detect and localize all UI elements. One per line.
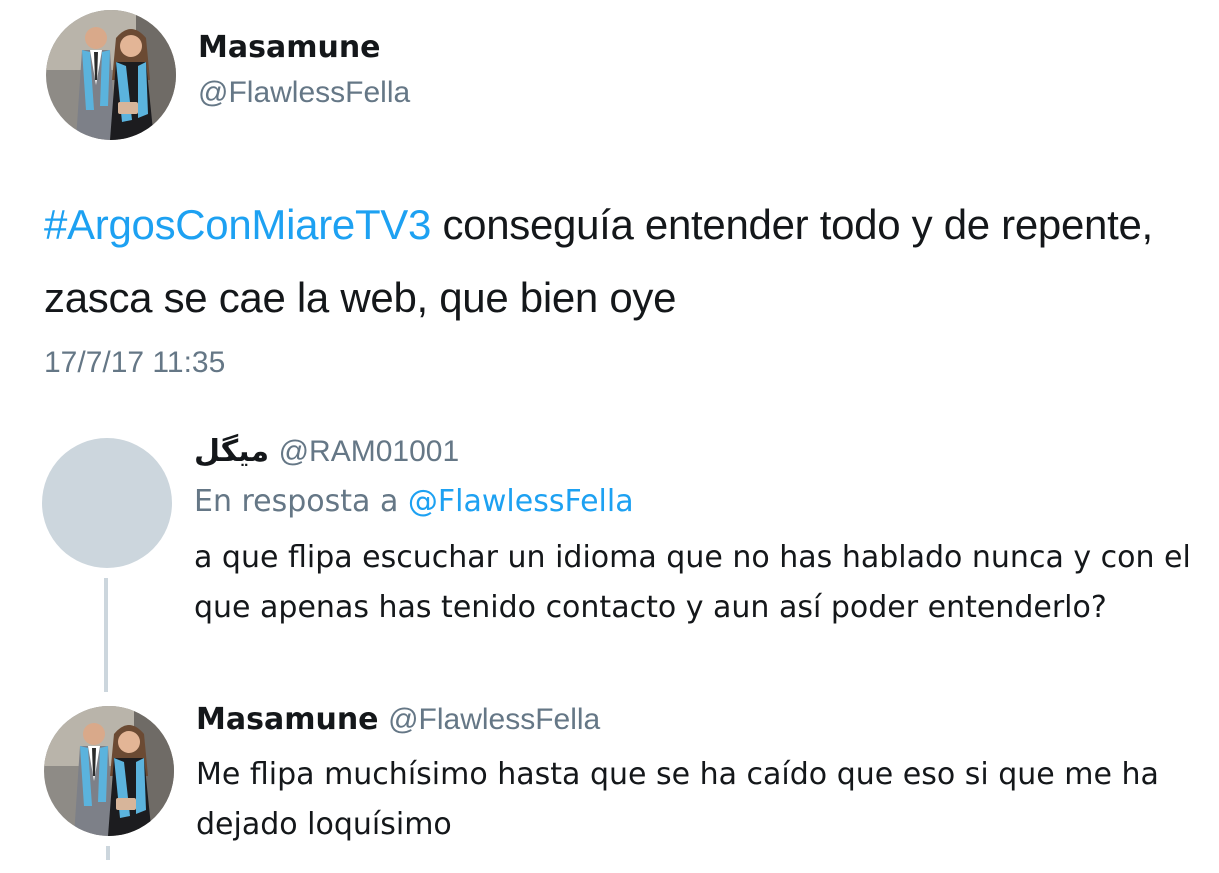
in-reply-to-handle-link[interactable]: @FlawlessFella (408, 484, 634, 519)
hashtag-link[interactable]: #ArgosConMiareTV3 (44, 201, 431, 248)
author-avatar[interactable] (46, 10, 176, 140)
thread-connector-line (104, 578, 108, 692)
reply-author-avatar[interactable] (44, 706, 174, 836)
avatar-photo (44, 706, 174, 836)
reply-author-display-name[interactable]: Masamune (196, 702, 379, 737)
reply-text: a que flipa escuchar un idioma que no ha… (194, 540, 1191, 625)
avatar-photo (46, 10, 176, 140)
reply-author-handle[interactable]: @FlawlessFella (388, 703, 600, 736)
in-reply-to-label: En resposta a (194, 484, 408, 519)
reply-text: Me flipa muchísimo hasta que se ha caído… (196, 757, 1159, 842)
tweet-text: #ArgosConMiareTV3 conseguía entender tod… (44, 188, 1204, 334)
reply-header: ميگل @RAM01001 (194, 434, 459, 469)
author-display-name[interactable]: Masamune (198, 30, 381, 65)
reply-author-display-name[interactable]: ميگل (194, 434, 269, 469)
reply-author-handle[interactable]: @RAM01001 (279, 435, 460, 468)
reply-avatar-default[interactable] (42, 438, 172, 568)
tweet-timestamp[interactable]: 17/7/17 11:35 (44, 346, 225, 380)
author-handle[interactable]: @FlawlessFella (198, 76, 410, 110)
thread-connector-line (106, 846, 110, 860)
reply-header: Masamune @FlawlessFella (196, 702, 600, 737)
in-reply-to: En resposta a @FlawlessFella (194, 484, 634, 519)
